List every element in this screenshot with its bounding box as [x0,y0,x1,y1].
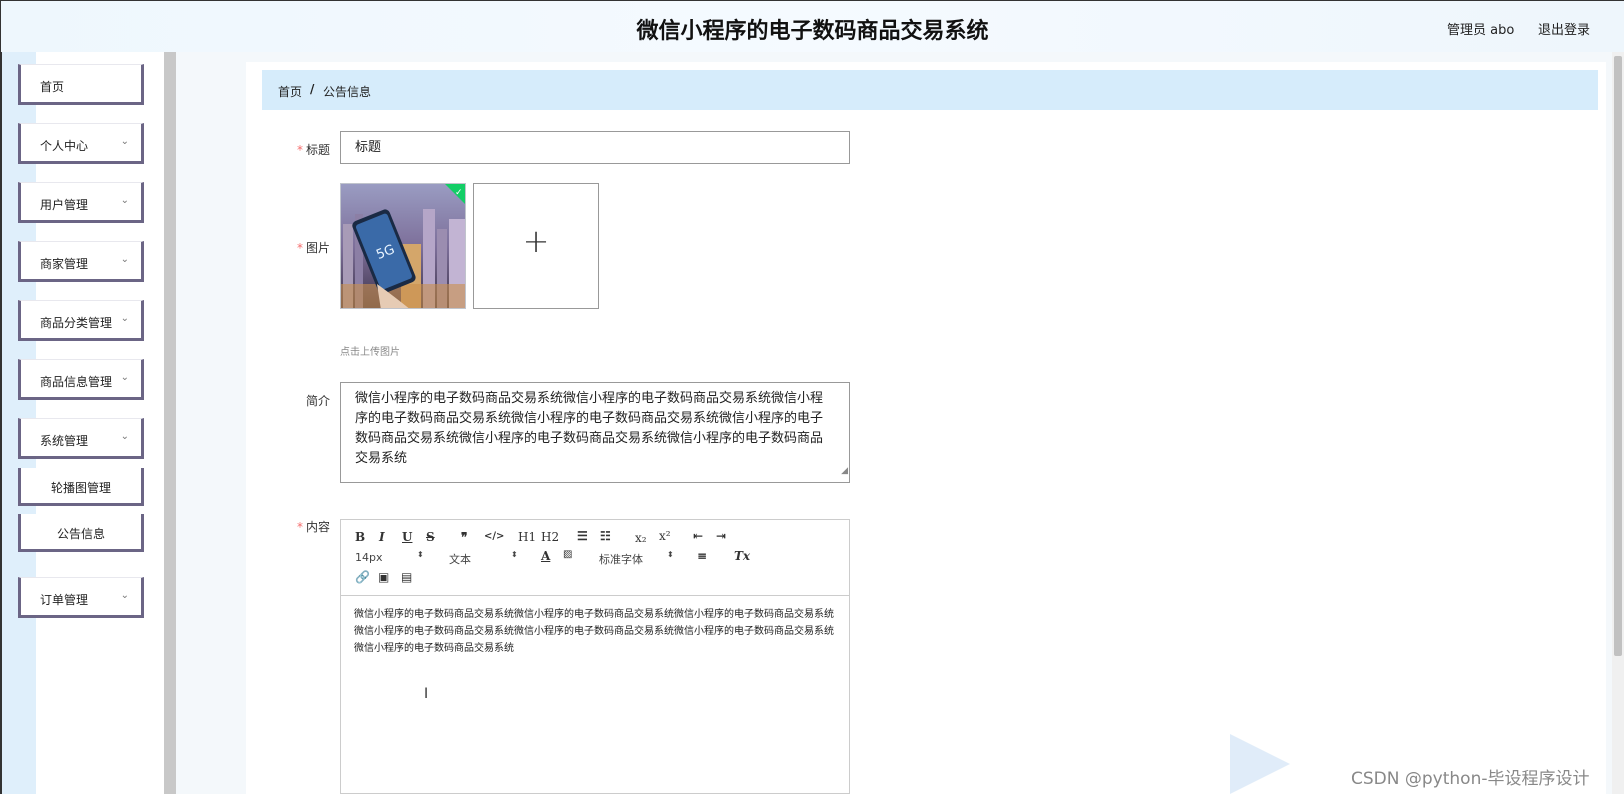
superscript-button[interactable]: x² [659,529,671,543]
video-icon[interactable]: ▤ [401,570,412,584]
sidebar-item-system[interactable]: 系统管理 ⌄ [18,418,144,459]
required-mark: * [296,143,303,157]
link-icon[interactable]: 🔗 [355,570,370,584]
decorative-arrow [1230,734,1290,794]
chevron-down-icon: ⌄ [120,431,129,442]
page-scrollbar-thumb[interactable] [1614,56,1622,656]
resize-grip-icon[interactable]: ◢ [841,461,848,481]
summary-textarea[interactable]: 微信小程序的电子数码商品交易系统微信小程序的电子数码商品交易系统微信小程序的电子… [340,382,850,483]
sidebar-subitem-notices[interactable]: 公告信息 [18,514,144,552]
sidebar-item-label: 个人中心 [40,139,89,153]
sidebar-item-profile[interactable]: 个人中心 ⌄ [18,123,144,164]
sidebar-item-label: 首页 [40,80,65,94]
sidebar-item-products[interactable]: 商品信息管理 ⌄ [18,359,144,400]
breadcrumb-home[interactable]: 首页 [278,83,302,100]
editor-content[interactable]: 微信小程序的电子数码商品交易系统微信小程序的电子数码商品交易系统微信小程序的电子… [354,606,838,657]
summary-label: 简介 [305,394,330,408]
uploaded-image-thumbnail[interactable]: 5G ✓ [340,183,466,309]
underline-button[interactable]: U [402,530,412,544]
background-color-icon[interactable]: ▨ [563,549,572,560]
clear-format-button[interactable]: Tx [734,549,750,563]
sidebar-scrollbar[interactable] [164,52,176,794]
font-family-select[interactable]: 标准字体 ⬍ [599,550,674,567]
ordered-list-icon[interactable]: ☰ [577,529,588,543]
chevron-down-icon: ⌄ [120,136,129,147]
top-header: 微信小程序的电子数码商品交易系统 管理员 abo 退出登录 [0,0,1624,52]
chevron-down-icon: ⌄ [120,372,129,383]
breadcrumb-separator: / [310,82,315,96]
image-icon[interactable]: ▣ [378,570,389,584]
outdent-icon[interactable]: ⇤ [693,529,703,543]
sidebar-item-home[interactable]: 首页 [18,64,144,105]
sidebar-item-label: 用户管理 [40,198,89,212]
select-arrow-icon: ⬍ [417,550,424,559]
image-label: * 图片 [296,241,330,255]
text-type-select[interactable]: 文本 ⬍ [449,550,518,567]
watermark: CSDN @python-毕设程序设计 [1351,769,1590,789]
sidebar-item-label: 商品分类管理 [40,316,113,330]
code-button[interactable]: </> [484,531,504,542]
image-upload-button[interactable]: + [473,183,599,309]
page-title: 微信小程序的电子数码商品交易系统 [636,19,989,44]
bold-button[interactable]: B [355,530,365,544]
admin-label: 管理员 abo [1447,23,1515,38]
sidebar-item-label: 商家管理 [40,257,89,271]
title-label: * 标题 [296,143,330,157]
breadcrumb: 首页 / 公告信息 [262,70,1598,110]
subscript-button[interactable]: x₂ [635,531,647,545]
align-icon[interactable]: ≡ [697,549,707,563]
sidebar-item-label: 轮播图管理 [50,481,111,495]
bullet-list-icon[interactable]: ☷ [600,529,611,543]
heading2-button[interactable]: H2 [541,530,559,544]
sidebar-item-users[interactable]: 用户管理 ⌄ [18,182,144,223]
sidebar-item-merchants[interactable]: 商家管理 ⌄ [18,241,144,282]
plus-icon: + [522,222,550,260]
required-mark: * [296,520,303,534]
content-label: * 内容 [296,520,330,534]
select-arrow-icon: ⬍ [511,550,518,559]
rich-text-editor: B I U S ❞ </> H1 H2 ☰ ☷ x₂ x² ⇤ ⇥ 14px ⬍ … [340,519,850,794]
heading1-button[interactable]: H1 [518,530,536,544]
font-color-icon[interactable]: A [541,549,550,563]
font-size-select[interactable]: 14px ⬍ [355,550,424,564]
breadcrumb-current: 公告信息 [323,85,372,99]
italic-button[interactable]: I [379,530,385,544]
blockquote-button[interactable]: ❞ [461,530,467,544]
chevron-down-icon: ⌄ [120,254,129,265]
indent-icon[interactable]: ⇥ [716,529,726,543]
editor-toolbar: B I U S ❞ </> H1 H2 ☰ ☷ x₂ x² ⇤ ⇥ 14px ⬍ … [341,520,849,596]
sidebar-item-categories[interactable]: 商品分类管理 ⌄ [18,300,144,341]
required-mark: * [296,241,303,255]
sidebar-item-label: 公告信息 [56,527,105,541]
summary-text: 微信小程序的电子数码商品交易系统微信小程序的电子数码商品交易系统微信小程序的电子… [355,391,824,466]
sidebar-subitem-carousel[interactable]: 轮播图管理 [18,468,144,506]
city-phone-image: 5G ✓ [341,184,465,308]
upload-tip: 点击上传图片 [340,347,400,358]
chevron-down-icon: ⌄ [120,195,129,206]
chevron-down-icon: ⌄ [120,313,129,324]
chevron-down-icon: ⌄ [120,590,129,601]
check-icon: ✓ [455,188,463,198]
sidebar-item-label: 系统管理 [40,434,89,448]
title-input[interactable]: 标题 [340,131,850,164]
select-arrow-icon: ⬍ [667,550,674,559]
sidebar-item-label: 订单管理 [40,593,89,607]
text-cursor-icon: I [424,686,429,702]
logout-link[interactable]: 退出登录 [1538,19,1590,38]
strikethrough-button[interactable]: S [426,530,435,544]
sidebar-item-label: 商品信息管理 [40,375,113,389]
sidebar-item-orders[interactable]: 订单管理 ⌄ [18,577,144,618]
